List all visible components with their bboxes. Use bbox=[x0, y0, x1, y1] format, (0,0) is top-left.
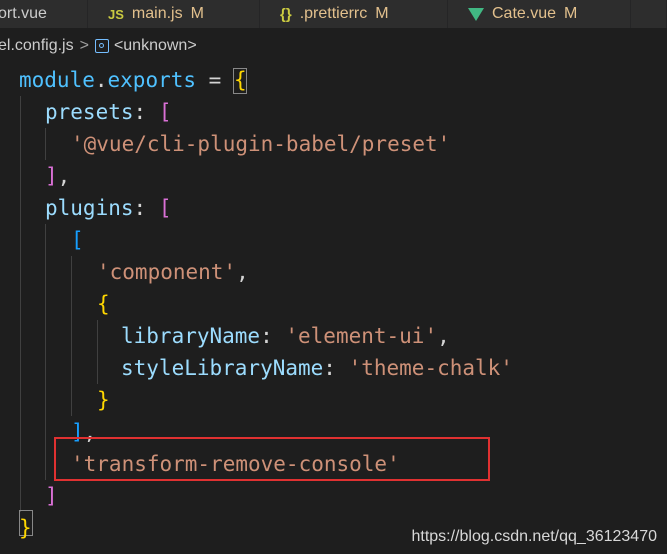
code-line-9: libraryName: 'element-ui', bbox=[121, 320, 450, 352]
tab-label: .prettierrc bbox=[299, 5, 368, 22]
code-line-5: plugins: [ bbox=[45, 192, 171, 224]
vue-file-icon bbox=[468, 7, 484, 21]
indent-guide bbox=[45, 224, 46, 480]
indent-guide bbox=[71, 256, 72, 416]
breadcrumb-symbol[interactable]: <unknown> bbox=[114, 37, 197, 55]
breadcrumb-file[interactable]: el.config.js bbox=[0, 37, 74, 55]
token: [ bbox=[71, 228, 84, 252]
token: presets bbox=[45, 100, 134, 124]
token: , bbox=[437, 324, 450, 348]
token: , bbox=[236, 260, 249, 284]
token: { bbox=[97, 292, 110, 316]
code-editor[interactable]: module.exports = { presets: [ '@vue/cli-… bbox=[0, 64, 667, 554]
tab-cate-vue[interactable]: Cate.vue M bbox=[448, 0, 631, 28]
code-line-7: 'component', bbox=[97, 256, 249, 288]
token: ] bbox=[45, 164, 58, 188]
token: = bbox=[196, 68, 234, 92]
modified-badge: M bbox=[564, 5, 578, 22]
token: exports bbox=[107, 68, 197, 92]
tab-main-js[interactable]: JS main.js M bbox=[88, 0, 260, 28]
tab-label: Cate.vue bbox=[492, 5, 557, 22]
token: styleLibraryName bbox=[121, 356, 324, 380]
vscode-window: ort.vue JS main.js M {} .prettierrc M Ca… bbox=[0, 0, 667, 554]
breadcrumb-separator: > bbox=[79, 37, 89, 54]
token: 'theme-chalk' bbox=[348, 356, 513, 380]
token: . bbox=[94, 68, 108, 92]
code-line-14: ] bbox=[45, 480, 58, 512]
code-line-8: { bbox=[97, 288, 110, 320]
token: { bbox=[233, 68, 247, 92]
indent-guide bbox=[45, 128, 46, 160]
json-file-icon: {} bbox=[280, 5, 292, 23]
token: : bbox=[260, 324, 286, 348]
watermark: https://blog.csdn.net/qq_36123470 bbox=[411, 528, 657, 545]
token: 'element-ui' bbox=[285, 324, 438, 348]
token: ] bbox=[45, 484, 58, 508]
code-line-15: } bbox=[19, 512, 32, 544]
code-line-6: [ bbox=[71, 224, 84, 256]
editor-tab-bar: ort.vue JS main.js M {} .prettierrc M Ca… bbox=[0, 0, 667, 28]
token: [ bbox=[158, 196, 172, 220]
indent-guide bbox=[97, 320, 98, 384]
token: : bbox=[133, 100, 159, 124]
code-line-3: '@vue/cli-plugin-babel/preset' bbox=[71, 128, 450, 160]
indent-guide bbox=[20, 96, 21, 512]
code-line-11: } bbox=[97, 384, 110, 416]
modified-badge: M bbox=[375, 5, 389, 22]
token: '@vue/cli-plugin-babel/preset' bbox=[71, 132, 451, 156]
token: libraryName bbox=[121, 324, 261, 348]
tab-overflow[interactable] bbox=[631, 0, 667, 28]
tab-label: ort.vue bbox=[0, 5, 47, 22]
token: , bbox=[57, 164, 71, 188]
modified-badge: M bbox=[190, 5, 204, 22]
breadcrumb: el.config.js > <unknown> bbox=[0, 28, 667, 64]
code-line-4: ], bbox=[45, 160, 70, 192]
code-line-10: styleLibraryName: 'theme-chalk' bbox=[121, 352, 513, 384]
code-line-1: module.exports = { bbox=[19, 64, 247, 96]
token: } bbox=[97, 388, 110, 412]
symbol-variable-icon bbox=[94, 39, 109, 53]
token: plugins bbox=[45, 196, 134, 220]
token: : bbox=[323, 356, 349, 380]
tab-label: main.js bbox=[131, 5, 183, 22]
token: [ bbox=[158, 100, 172, 124]
token: : bbox=[133, 196, 159, 220]
token: 'component' bbox=[97, 260, 237, 284]
javascript-file-icon: JS bbox=[108, 6, 124, 22]
tab-ort-vue[interactable]: ort.vue bbox=[0, 0, 88, 28]
token: } bbox=[19, 516, 32, 540]
token: module bbox=[19, 68, 95, 92]
code-line-2: presets: [ bbox=[45, 96, 171, 128]
tab-prettierrc[interactable]: {} .prettierrc M bbox=[260, 0, 448, 28]
annotation-highlight-box bbox=[54, 437, 490, 481]
